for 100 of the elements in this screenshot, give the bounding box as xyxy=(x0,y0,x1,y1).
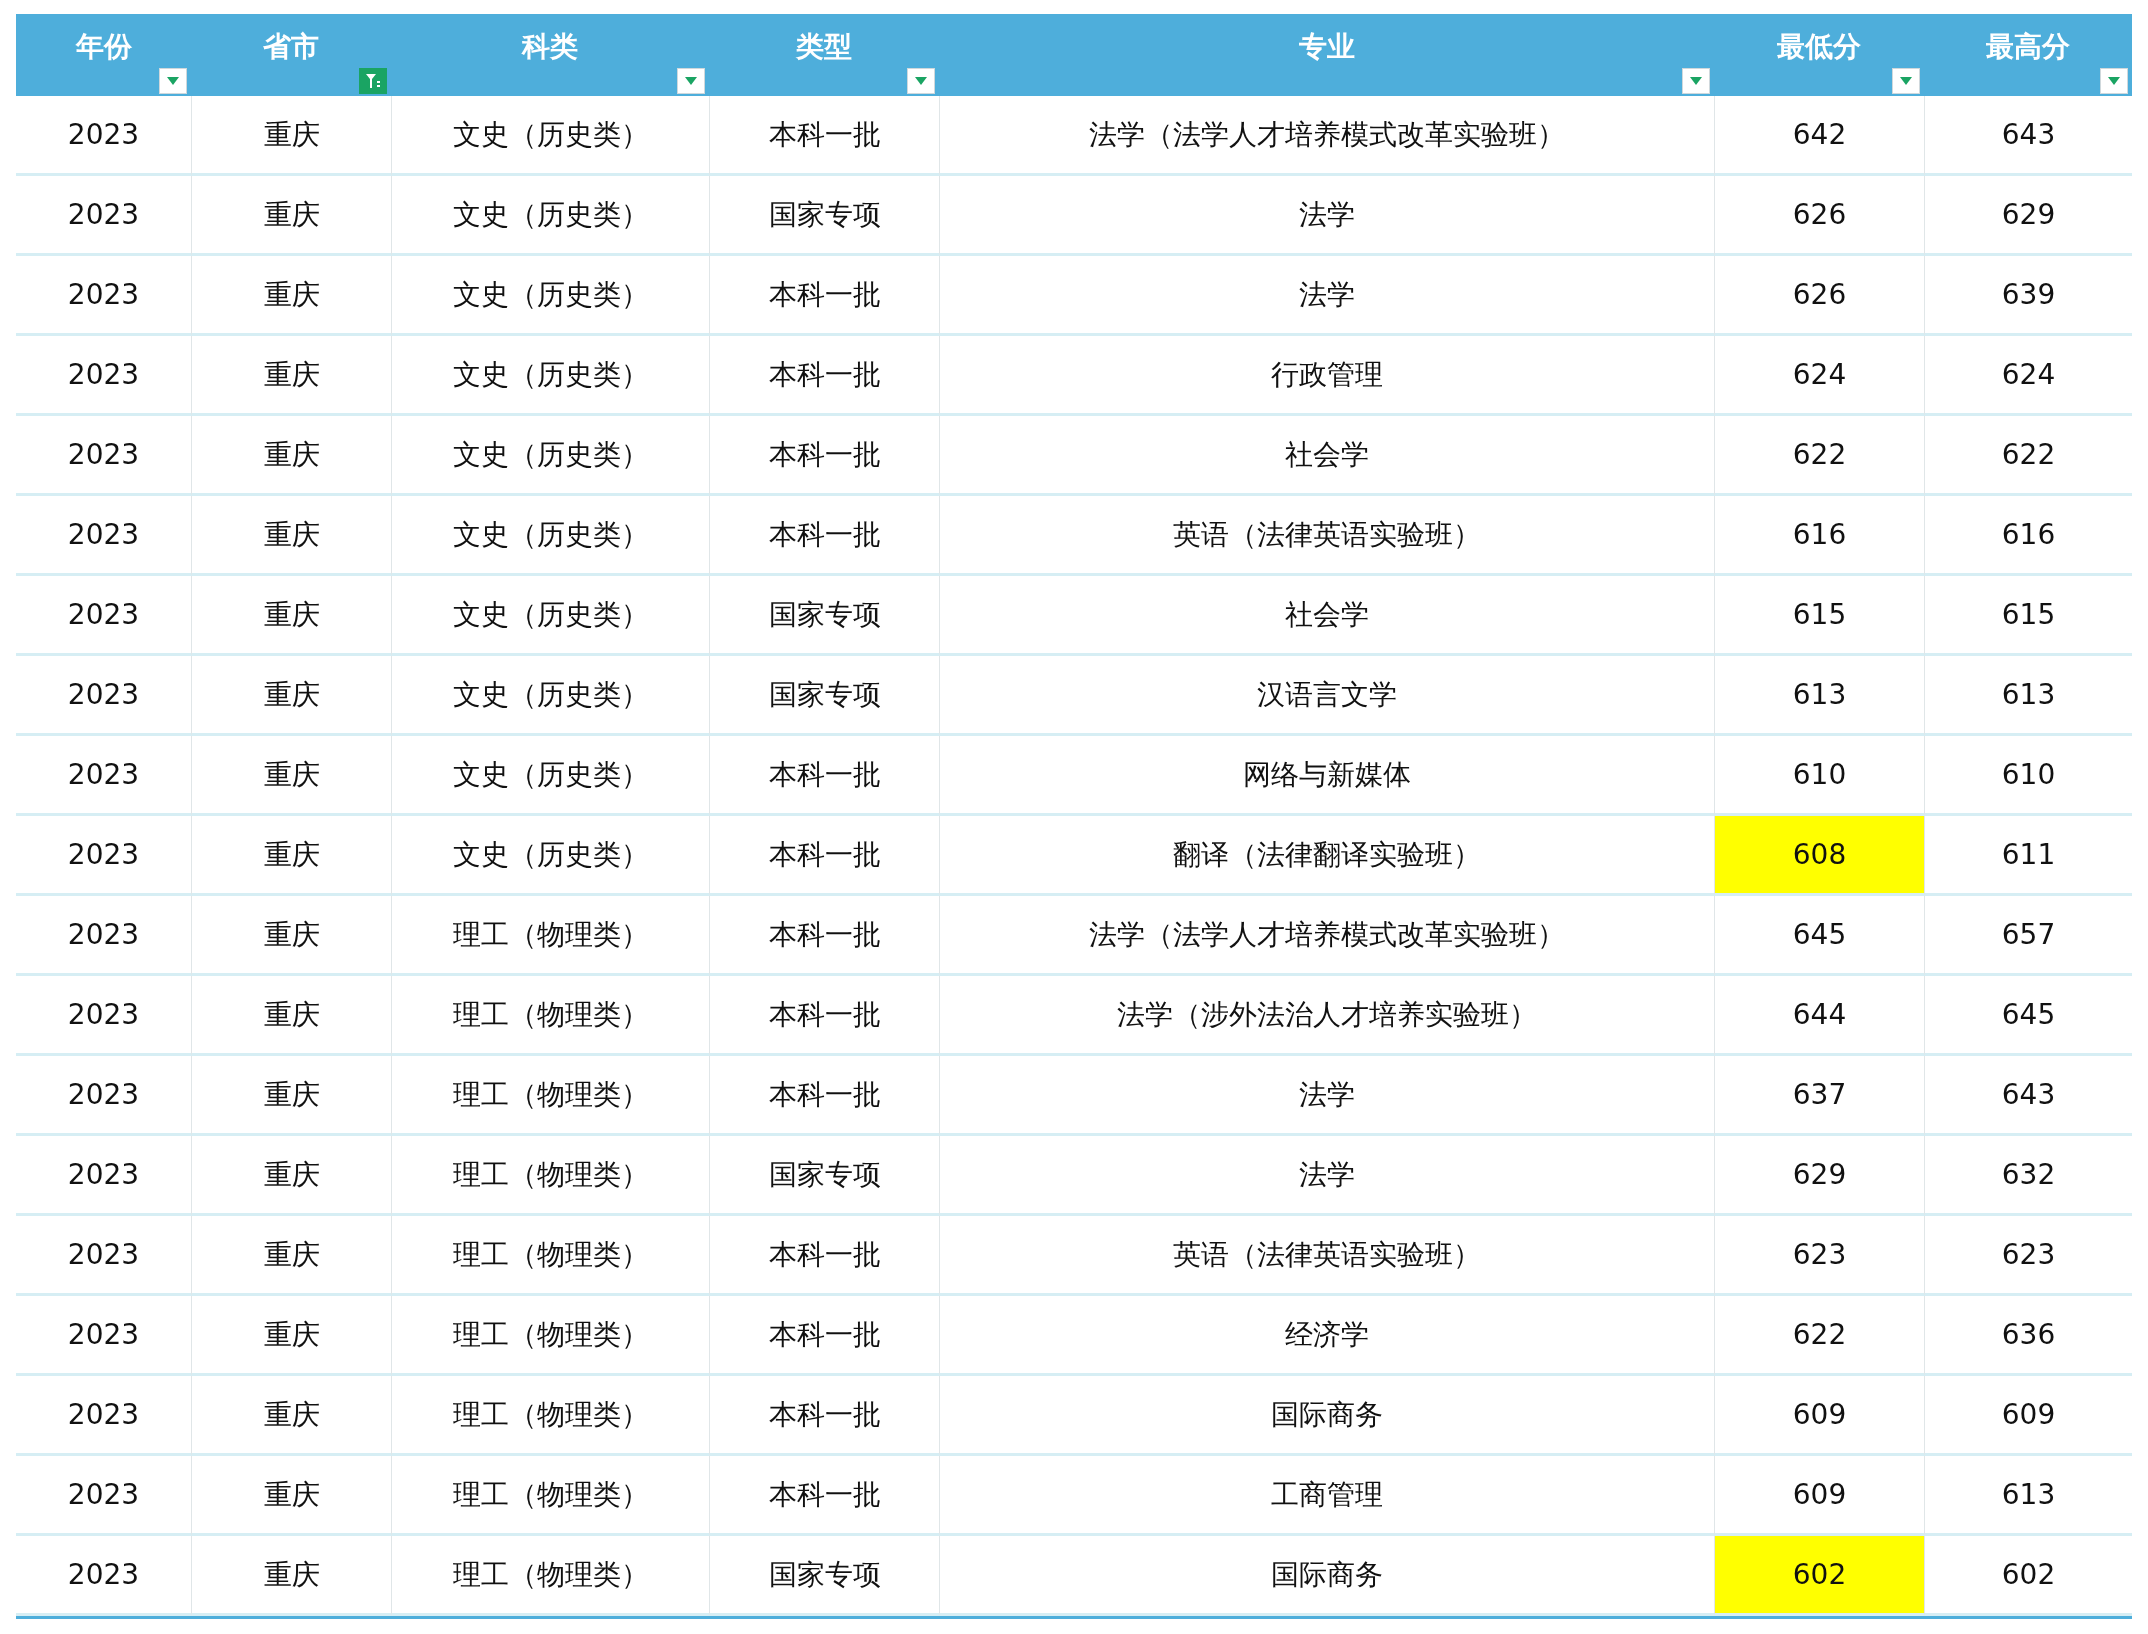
table-cell: 2023 xyxy=(16,576,191,656)
table-cell: 本科一批 xyxy=(709,96,939,176)
table-cell: 本科一批 xyxy=(709,1456,939,1536)
table-cell: 国家专项 xyxy=(709,576,939,656)
table-cell: 翻译（法律翻译实验班） xyxy=(939,816,1714,896)
table-cell: 工商管理 xyxy=(939,1456,1714,1536)
table-cell: 重庆 xyxy=(191,96,391,176)
filter-dropdown-button[interactable] xyxy=(677,68,705,94)
table-cell: 613 xyxy=(1924,1456,2132,1536)
table-cell: 622 xyxy=(1714,416,1924,496)
table-cell: 国家专项 xyxy=(709,1536,939,1616)
table-cell: 2023 xyxy=(16,1536,191,1616)
table-cell: 重庆 xyxy=(191,176,391,256)
table-cell: 632 xyxy=(1924,1136,2132,1216)
table-cell: 本科一批 xyxy=(709,816,939,896)
table-cell: 本科一批 xyxy=(709,256,939,336)
table-cell: 经济学 xyxy=(939,1296,1714,1376)
table-cell: 国家专项 xyxy=(709,176,939,256)
table-cell: 理工（物理类） xyxy=(391,1056,709,1136)
table-cell: 法学（法学人才培养模式改革实验班） xyxy=(939,896,1714,976)
filter-dropdown-button[interactable] xyxy=(2100,68,2128,94)
table-cell: 本科一批 xyxy=(709,336,939,416)
table-cell: 2023 xyxy=(16,176,191,256)
table-cell: 2023 xyxy=(16,976,191,1056)
caret-icon xyxy=(1900,77,1912,85)
table-cell: 645 xyxy=(1924,976,2132,1056)
column-label: 科类 xyxy=(522,29,578,65)
table-cell: 重庆 xyxy=(191,1056,391,1136)
table-cell: 本科一批 xyxy=(709,1216,939,1296)
table-cell: 法学 xyxy=(939,1056,1714,1136)
table-cell: 文史（历史类） xyxy=(391,496,709,576)
table-cell: 645 xyxy=(1714,896,1924,976)
filter-dropdown-button[interactable] xyxy=(1892,68,1920,94)
table-cell: 2023 xyxy=(16,896,191,976)
table-cell: 理工（物理类） xyxy=(391,896,709,976)
table-cell: 理工（物理类） xyxy=(391,976,709,1056)
filter-active-button[interactable] xyxy=(359,68,387,94)
table-cell: 613 xyxy=(1924,656,2132,736)
table-cell: 643 xyxy=(1924,96,2132,176)
table-cell: 2023 xyxy=(16,416,191,496)
table-cell: 文史（历史类） xyxy=(391,816,709,896)
table-cell: 本科一批 xyxy=(709,1056,939,1136)
table-cell: 2023 xyxy=(16,96,191,176)
table-cell: 609 xyxy=(1714,1376,1924,1456)
table-cell: 汉语言文学 xyxy=(939,656,1714,736)
table-cell: 624 xyxy=(1924,336,2132,416)
caret-icon xyxy=(1690,77,1702,85)
table-cell: 理工（物理类） xyxy=(391,1296,709,1376)
table-cell: 2023 xyxy=(16,816,191,896)
table-cell: 623 xyxy=(1924,1216,2132,1296)
table-cell: 本科一批 xyxy=(709,416,939,496)
table-cell: 国家专项 xyxy=(709,656,939,736)
table-cell: 2023 xyxy=(16,336,191,416)
table-cell: 法学（涉外法治人才培养实验班） xyxy=(939,976,1714,1056)
table-cell: 文史（历史类） xyxy=(391,656,709,736)
table-cell: 622 xyxy=(1924,416,2132,496)
table-cell: 重庆 xyxy=(191,576,391,656)
table-cell: 文史（历史类） xyxy=(391,96,709,176)
table-cell: 2023 xyxy=(16,496,191,576)
caret-icon xyxy=(2108,77,2120,85)
table-cell: 文史（历史类） xyxy=(391,256,709,336)
table-cell: 重庆 xyxy=(191,1456,391,1536)
table-cell: 英语（法律英语实验班） xyxy=(939,496,1714,576)
table-cell: 657 xyxy=(1924,896,2132,976)
table-cell: 623 xyxy=(1714,1216,1924,1296)
filter-dropdown-button[interactable] xyxy=(159,68,187,94)
table-cell: 文史（历史类） xyxy=(391,336,709,416)
table-cell: 2023 xyxy=(16,736,191,816)
column-label: 类型 xyxy=(796,29,852,65)
table-cell: 理工（物理类） xyxy=(391,1456,709,1536)
table-cell: 重庆 xyxy=(191,656,391,736)
table-cell: 法学 xyxy=(939,176,1714,256)
table-cell: 622 xyxy=(1714,1296,1924,1376)
table-cell: 643 xyxy=(1924,1056,2132,1136)
table-cell: 636 xyxy=(1924,1296,2132,1376)
table-cell: 法学（法学人才培养模式改革实验班） xyxy=(939,96,1714,176)
table-cell: 2023 xyxy=(16,1296,191,1376)
table-cell: 重庆 xyxy=(191,1376,391,1456)
table-cell: 615 xyxy=(1924,576,2132,656)
table-cell: 英语（法律英语实验班） xyxy=(939,1216,1714,1296)
column-label: 年份 xyxy=(75,29,132,65)
table-cell: 本科一批 xyxy=(709,1376,939,1456)
table-cell: 2023 xyxy=(16,1456,191,1536)
table-cell: 法学 xyxy=(939,1136,1714,1216)
table-cell: 理工（物理类） xyxy=(391,1136,709,1216)
caret-icon xyxy=(167,77,179,85)
filter-dropdown-button[interactable] xyxy=(1682,68,1710,94)
column-label: 最高分 xyxy=(1986,29,2070,65)
table-cell: 2023 xyxy=(16,1216,191,1296)
table-cell: 2023 xyxy=(16,1136,191,1216)
table-cell: 重庆 xyxy=(191,816,391,896)
table-cell: 637 xyxy=(1714,1056,1924,1136)
table-cell: 613 xyxy=(1714,656,1924,736)
table-cell: 理工（物理类） xyxy=(391,1536,709,1616)
caret-icon xyxy=(685,77,697,85)
table-cell: 国际商务 xyxy=(939,1376,1714,1456)
table-cell: 理工（物理类） xyxy=(391,1216,709,1296)
funnel-icon xyxy=(364,72,382,90)
filter-dropdown-button[interactable] xyxy=(907,68,935,94)
table-cell: 国家专项 xyxy=(709,1136,939,1216)
